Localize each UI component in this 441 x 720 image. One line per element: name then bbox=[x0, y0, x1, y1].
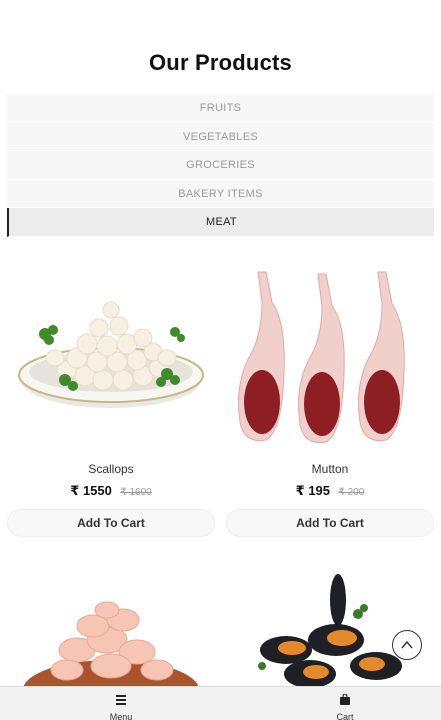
category-fruits[interactable]: FRUITS bbox=[7, 94, 434, 123]
product-card-scallops: Scallops ₹ 1550 ₹ 1600 Add To Cart bbox=[7, 262, 215, 537]
current-price: ₹ 195 bbox=[295, 483, 331, 498]
product-name[interactable]: Scallops bbox=[7, 462, 215, 476]
product-price: ₹ 1550 ₹ 1600 bbox=[7, 482, 215, 500]
product-card-mutton: Mutton ₹ 195 ₹ 200 Add To Cart bbox=[226, 262, 434, 537]
product-image-mussels[interactable] bbox=[226, 570, 434, 686]
cart-nav-button[interactable]: Cart bbox=[315, 692, 375, 720]
scroll-to-top-button[interactable] bbox=[392, 630, 422, 660]
shopping-bag-icon bbox=[340, 693, 350, 705]
product-image-mutton[interactable] bbox=[226, 262, 434, 462]
product-image-scallops[interactable] bbox=[7, 262, 215, 462]
cart-label: Cart bbox=[336, 712, 354, 720]
bottom-navigation: Menu Cart bbox=[0, 686, 441, 720]
menu-label: Menu bbox=[109, 712, 133, 720]
original-price: ₹ 1600 bbox=[120, 487, 152, 498]
product-image-prawns[interactable] bbox=[7, 570, 215, 686]
add-to-cart-button[interactable]: Add To Cart bbox=[7, 509, 215, 537]
add-to-cart-button[interactable]: Add To Cart bbox=[226, 509, 434, 537]
category-meat[interactable]: MEAT bbox=[7, 208, 434, 237]
hamburger-icon bbox=[116, 695, 126, 705]
category-tabs: FRUITS VEGETABLES GROCERIES BAKERY ITEMS… bbox=[7, 94, 434, 237]
original-price: ₹ 200 bbox=[338, 487, 365, 498]
chevron-up-icon bbox=[401, 640, 413, 649]
product-price: ₹ 195 ₹ 200 bbox=[226, 482, 434, 500]
category-bakery-items[interactable]: BAKERY ITEMS bbox=[7, 179, 434, 208]
category-vegetables[interactable]: VEGETABLES bbox=[7, 122, 434, 151]
menu-nav-button[interactable]: Menu bbox=[91, 692, 151, 720]
page-title: Our Products bbox=[149, 50, 292, 75]
category-groceries[interactable]: GROCERIES bbox=[7, 151, 434, 180]
product-name[interactable]: Mutton bbox=[226, 462, 434, 476]
current-price: ₹ 1550 bbox=[70, 483, 112, 498]
